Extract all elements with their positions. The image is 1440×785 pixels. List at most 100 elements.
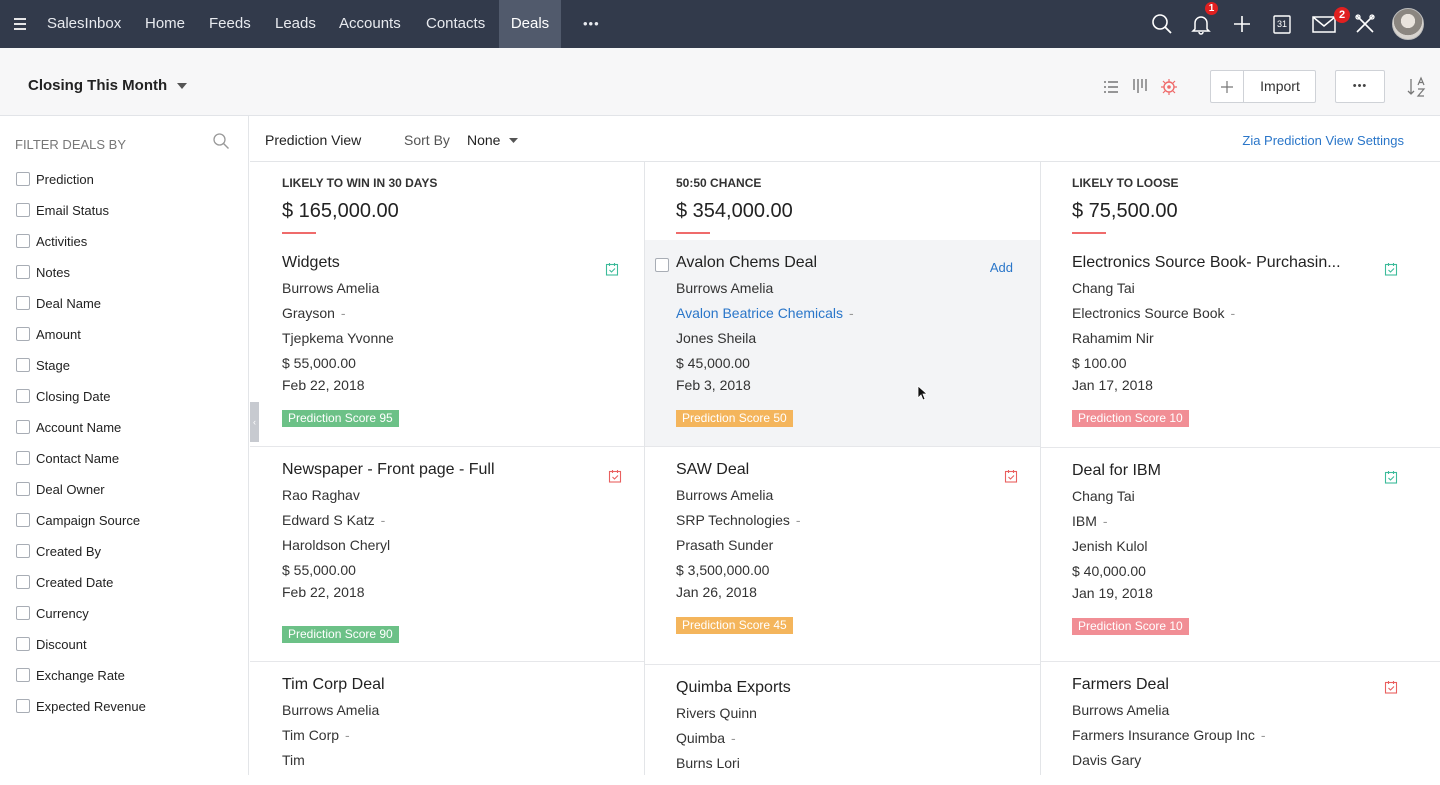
filter-checkbox[interactable] bbox=[16, 420, 30, 434]
deal-owner: Burrows Amelia bbox=[282, 280, 380, 296]
task-icon[interactable] bbox=[1384, 470, 1398, 484]
avatar[interactable] bbox=[1392, 8, 1424, 40]
task-icon[interactable] bbox=[608, 469, 622, 483]
filter-item[interactable]: Created By bbox=[16, 541, 101, 561]
mail-badge: 2 bbox=[1334, 7, 1350, 23]
filter-item[interactable]: Stage bbox=[16, 355, 70, 375]
deal-card[interactable]: Farmers Deal Burrows Amelia Farmers Insura… bbox=[1041, 662, 1440, 782]
view-toolbar: Closing This Month Import ••• bbox=[0, 48, 1440, 116]
deal-card[interactable]: Electronics Source Book- Purchasin... Cha… bbox=[1041, 240, 1440, 448]
filter-item[interactable]: Campaign Source bbox=[16, 510, 140, 530]
nav-accounts[interactable]: Accounts bbox=[339, 0, 401, 48]
plus-icon[interactable] bbox=[1219, 79, 1235, 95]
task-icon[interactable] bbox=[1384, 680, 1398, 694]
kanban-view-icon[interactable] bbox=[1132, 78, 1148, 94]
deal-title[interactable]: Avalon Chems Deal bbox=[676, 254, 817, 272]
deal-title[interactable]: SAW Deal bbox=[676, 461, 749, 479]
prediction-score-badge: Prediction Score 90 bbox=[282, 626, 399, 643]
nav-more[interactable]: ••• bbox=[583, 0, 600, 48]
filter-checkbox[interactable] bbox=[16, 389, 30, 403]
deal-owner: Burrows Amelia bbox=[282, 702, 380, 718]
task-icon[interactable] bbox=[605, 262, 619, 276]
filter-item[interactable]: Activities bbox=[16, 231, 87, 251]
nav-home[interactable]: Home bbox=[145, 0, 185, 48]
deal-card[interactable]: SAW Deal Burrows Amelia SRP Technologies - P… bbox=[645, 447, 1040, 665]
nav-leads[interactable]: Leads bbox=[275, 0, 316, 48]
filter-checkbox[interactable] bbox=[16, 451, 30, 465]
filter-item[interactable]: Expected Revenue bbox=[16, 696, 146, 716]
filter-item[interactable]: Exchange Rate bbox=[16, 665, 125, 685]
import-button[interactable]: Import bbox=[1244, 71, 1316, 102]
deal-title[interactable]: Electronics Source Book- Purchasin... bbox=[1072, 254, 1341, 272]
nav-contacts[interactable]: Contacts bbox=[426, 0, 485, 48]
plus-icon[interactable] bbox=[1230, 12, 1254, 36]
deal-title[interactable]: Tim Corp Deal bbox=[282, 676, 385, 694]
deal-contact[interactable]: Jones Sheila bbox=[676, 330, 756, 346]
deal-title[interactable]: Farmers Deal bbox=[1072, 676, 1169, 694]
deal-title[interactable]: Newspaper - Front page - Full bbox=[282, 461, 495, 479]
filter-item[interactable]: Currency bbox=[16, 603, 89, 623]
add-link[interactable]: Add bbox=[990, 260, 1013, 275]
view-selector[interactable]: Closing This Month bbox=[28, 77, 188, 94]
sort-az-icon[interactable] bbox=[1407, 76, 1429, 98]
deal-card[interactable]: Tim Corp Deal Burrows Amelia Tim Corp - Tim bbox=[250, 662, 644, 782]
filter-item[interactable]: Contact Name bbox=[16, 448, 119, 468]
filter-item[interactable]: Deal Name bbox=[16, 293, 101, 313]
calendar-day: 31 bbox=[1276, 19, 1287, 29]
task-icon[interactable] bbox=[1004, 469, 1018, 483]
filter-item[interactable]: Closing Date bbox=[16, 386, 110, 406]
filter-item[interactable]: Discount bbox=[16, 634, 87, 654]
prediction-view-icon[interactable] bbox=[1160, 78, 1178, 96]
filter-checkbox[interactable] bbox=[16, 265, 30, 279]
filter-item[interactable]: Created Date bbox=[16, 572, 113, 592]
deal-title[interactable]: Quimba Exports bbox=[676, 679, 791, 697]
filter-checkbox[interactable] bbox=[16, 234, 30, 248]
tools-icon[interactable] bbox=[1353, 12, 1377, 36]
filter-checkbox[interactable] bbox=[16, 606, 30, 620]
sort-select[interactable]: None bbox=[467, 132, 519, 148]
filter-checkbox[interactable] bbox=[16, 482, 30, 496]
filter-checkbox[interactable] bbox=[16, 296, 30, 310]
bell-icon[interactable] bbox=[1189, 12, 1213, 36]
filter-checkbox[interactable] bbox=[16, 327, 30, 341]
menu-icon[interactable] bbox=[10, 14, 30, 34]
task-icon[interactable] bbox=[1384, 262, 1398, 276]
filter-checkbox[interactable] bbox=[16, 699, 30, 713]
deal-card[interactable]: Deal for IBM Chang Tai IBM - Jenish Kulol $ 4… bbox=[1041, 448, 1440, 662]
filter-item[interactable]: Deal Owner bbox=[16, 479, 105, 499]
deal-card[interactable]: Widgets Burrows Amelia Grayson - Tjepkema Yv… bbox=[250, 240, 644, 447]
filter-checkbox[interactable] bbox=[16, 668, 30, 682]
deal-title[interactable]: Deal for IBM bbox=[1072, 462, 1161, 480]
filter-checkbox[interactable] bbox=[16, 544, 30, 558]
filter-item[interactable]: Prediction bbox=[16, 169, 94, 189]
filter-checkbox[interactable] bbox=[16, 637, 30, 651]
filter-item[interactable]: Account Name bbox=[16, 417, 121, 437]
filter-item[interactable]: Email Status bbox=[16, 200, 109, 220]
column-header: LIKELY TO LOOSE $ 75,500.00 bbox=[1041, 162, 1440, 240]
card-checkbox[interactable] bbox=[655, 258, 669, 272]
deal-card[interactable]: Newspaper - Front page - Full Rao Raghav E… bbox=[250, 447, 644, 662]
filter-checkbox[interactable] bbox=[16, 513, 30, 527]
list-view-icon[interactable] bbox=[1103, 79, 1119, 95]
filter-checkbox[interactable] bbox=[16, 575, 30, 589]
deal-card[interactable]: Add Avalon Chems Deal Burrows Amelia Avalon… bbox=[645, 240, 1040, 447]
filter-label: Deal Owner bbox=[36, 481, 105, 497]
prediction-column: 50:50 CHANCE $ 354,000.00 Add Avalon Chems … bbox=[645, 162, 1041, 775]
account-name[interactable]: Avalon Beatrice Chemicals bbox=[676, 305, 843, 321]
nav-feeds[interactable]: Feeds bbox=[209, 0, 251, 48]
filter-checkbox[interactable] bbox=[16, 358, 30, 372]
deal-card[interactable]: Quimba Exports Rivers Quinn Quimba - Burns L… bbox=[645, 665, 1040, 785]
filter-checkbox[interactable] bbox=[16, 203, 30, 217]
column-header: 50:50 CHANCE $ 354,000.00 bbox=[645, 162, 1040, 240]
zia-settings-link[interactable]: Zia Prediction View Settings bbox=[1242, 133, 1404, 148]
more-actions-button[interactable]: ••• bbox=[1335, 70, 1385, 103]
deal-account[interactable]: Avalon Beatrice Chemicals - bbox=[676, 305, 854, 321]
search-icon[interactable] bbox=[212, 132, 230, 150]
filter-item[interactable]: Notes bbox=[16, 262, 70, 282]
filter-checkbox[interactable] bbox=[16, 172, 30, 186]
nav-deals[interactable]: Deals bbox=[499, 0, 561, 48]
filter-item[interactable]: Amount bbox=[16, 324, 81, 344]
search-icon[interactable] bbox=[1150, 12, 1174, 36]
app-name[interactable]: SalesInbox bbox=[47, 0, 121, 48]
deal-title[interactable]: Widgets bbox=[282, 254, 340, 272]
